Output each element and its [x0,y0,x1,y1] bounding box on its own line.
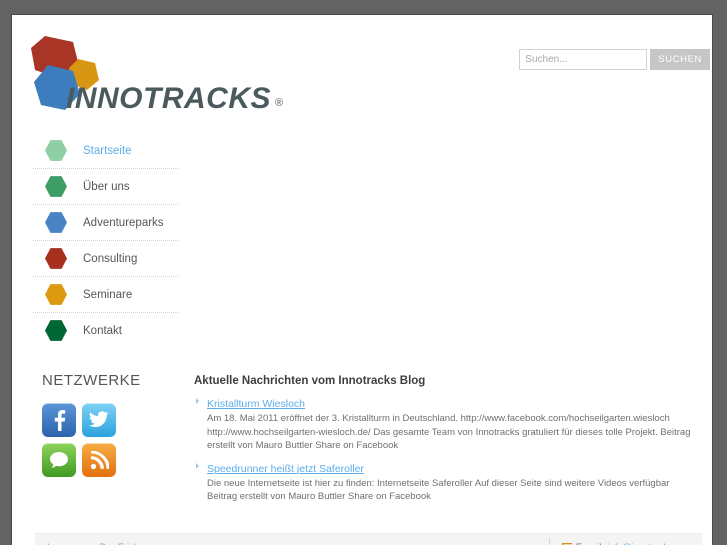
hexagon-bullet-icon [45,248,67,269]
sidebar-item-startseite[interactable]: Startseite [33,133,178,169]
search-area: SUCHEN [519,49,710,70]
twitter-bird-glyph-icon [89,411,109,428]
sidebar-item-label: Über uns [83,180,130,193]
search-button[interactable]: SUCHEN [650,49,710,70]
sidebar-item-label: Startseite [83,144,132,157]
rss-icon[interactable] [82,443,116,477]
sidebar-item-label: Adventureparks [83,216,164,229]
hexagon-bullet-icon [45,212,67,233]
networks-heading: NETZWERKE [42,372,141,389]
sidebar-item-label: Kontakt [83,324,122,337]
comment-icon[interactable] [42,443,76,477]
news-body-text: Am 18. Mai 2011 eröffnet der 3. Kristall… [207,413,691,451]
social-icon-grid [42,403,182,477]
page-container: INNOTRACKS ® SUCHEN Startseite Über uns A… [11,14,713,545]
news-title-link[interactable]: Speedrunner heißt jetzt Saferoller [207,463,364,475]
blog-news-heading: Aktuelle Nachrichten vom Innotracks Blog [194,375,426,387]
hexagon-bullet-icon [45,284,67,305]
logo-wordmark: INNOTRACKS ® [66,82,284,116]
sidebar-item-kontakt[interactable]: Kontakt [33,313,178,348]
footer-divider [549,538,550,545]
site-logo[interactable]: INNOTRACKS ® [21,32,284,122]
page-footer: Impressum · Des Erich E-mail: info@innot… [35,533,702,545]
rss-feed-glyph-icon [90,450,109,469]
list-item: Speedrunner heißt jetzt Saferoller Die n… [194,459,694,504]
facebook-icon[interactable] [42,403,76,437]
logo-wordmark-text: INNOTRACKS [66,82,271,115]
hexagon-bullet-icon [45,140,67,161]
news-title-link[interactable]: Kristallturm Wiesloch [207,398,305,410]
facebook-f-glyph-icon [54,410,66,431]
page-header: INNOTRACKS ® SUCHEN [12,15,712,123]
sidebar-item-consulting[interactable]: Consulting [33,241,178,277]
hexagon-bullet-icon [45,176,67,197]
twitter-icon[interactable] [82,403,116,437]
hexagon-bullet-icon [45,320,67,341]
sidebar-item-adventureparks[interactable]: Adventureparks [33,205,178,241]
sidebar-item-ueber-uns[interactable]: Über uns [33,169,178,205]
sidebar-item-label: Seminare [83,288,133,301]
blog-news-section: Aktuelle Nachrichten vom Innotracks Blog… [194,375,694,510]
registered-trademark-icon: ® [275,97,284,109]
search-input[interactable] [519,49,648,70]
list-item: Kristallturm Wiesloch Am 18. Mai 2011 er… [194,394,694,453]
sidebar-item-label: Consulting [83,252,138,265]
bullet-arrow-icon [196,462,199,469]
speech-bubble-glyph-icon [50,452,68,468]
main-navigation: Startseite Über uns Adventureparks Consu… [33,133,178,348]
news-body-text: Die neue Internetseite ist hier zu finde… [207,477,670,503]
networks-section: NETZWERKE [42,372,182,477]
sidebar-item-seminare[interactable]: Seminare [33,277,178,313]
bullet-arrow-icon [196,398,199,404]
